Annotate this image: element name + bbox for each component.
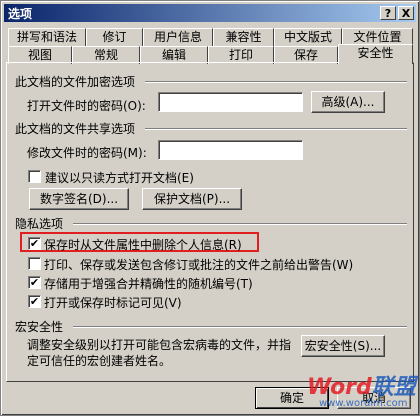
digital-signature-button[interactable]: 数字签名(D)... <box>29 188 129 210</box>
watermark-word: Word <box>307 375 372 400</box>
tab-security[interactable]: 安全性 <box>338 44 413 64</box>
help-icon: ? <box>384 7 392 20</box>
macro-heading: 宏安全性 <box>15 320 64 334</box>
watermark-cn: 联盟 <box>371 375 416 400</box>
remove-personal-info-label: 保存时从文件属性中删除个人信息(R) <box>44 238 242 252</box>
readonly-label: 建议以只读方式打开文档(E) <box>45 171 194 185</box>
warn-before-print-checkbox[interactable] <box>28 257 41 270</box>
options-dialog: 选项 ? X 拼写和语法 修订 用户信息 兼容性 中文版式 文件位置 视图 常规… <box>0 0 420 416</box>
random-number-label: 存储用于增强合并精确性的随机编号(T) <box>44 277 253 291</box>
macro-divider <box>73 326 407 328</box>
watermark-url: www.wordlm.com <box>319 398 408 409</box>
modify-password-field[interactable] <box>158 140 303 160</box>
share-divider <box>145 128 407 130</box>
share-heading: 此文档的文件共享选项 <box>15 122 136 136</box>
encrypt-divider <box>145 81 407 83</box>
help-button[interactable]: ? <box>380 6 396 20</box>
dialog-title: 选项 <box>8 7 33 21</box>
tab-compatibility[interactable]: 兼容性 <box>213 28 274 46</box>
warn-before-print-label: 打印、保存或发送包含修订或批注的文件之前给出警告(W) <box>44 258 354 272</box>
remove-personal-info-checkbox[interactable]: ✔ <box>28 237 41 250</box>
encrypt-heading: 此文档的文件加密选项 <box>15 75 136 89</box>
watermark-brand: Word联盟 <box>307 369 416 401</box>
random-number-checkbox[interactable]: ✔ <box>28 276 41 289</box>
readonly-checkbox[interactable] <box>28 170 41 183</box>
modify-password-label: 修改文件时的密码(M): <box>27 146 147 160</box>
markup-visible-label: 打开或保存时标记可见(V) <box>44 296 182 310</box>
open-password-label: 打开文件时的密码(O): <box>27 99 146 113</box>
close-button[interactable]: X <box>398 6 414 20</box>
tab-spelling-grammar[interactable]: 拼写和语法 <box>8 28 86 46</box>
tab-asian-typography[interactable]: 中文版式 <box>274 28 342 46</box>
macro-description-line2: 定可信任的宏创建者姓名。 <box>27 354 172 368</box>
title-bar[interactable]: 选项 ? X <box>4 4 416 22</box>
close-icon: X <box>401 7 411 20</box>
macro-description-line1: 调整安全级别以打开可能包含宏病毒的文件，并指 <box>27 338 292 352</box>
tab-track-changes[interactable]: 修订 <box>86 28 143 46</box>
protect-document-button[interactable]: 保护文档(P)... <box>142 188 242 210</box>
privacy-divider <box>73 223 407 225</box>
tab-user-info[interactable]: 用户信息 <box>143 28 213 46</box>
advanced-button[interactable]: 高级(A)... <box>311 91 385 113</box>
macro-security-button[interactable]: 宏安全性(S)... <box>301 335 385 357</box>
privacy-heading: 隐私选项 <box>15 217 64 231</box>
open-password-field[interactable] <box>158 92 303 112</box>
markup-visible-checkbox[interactable]: ✔ <box>28 295 41 308</box>
